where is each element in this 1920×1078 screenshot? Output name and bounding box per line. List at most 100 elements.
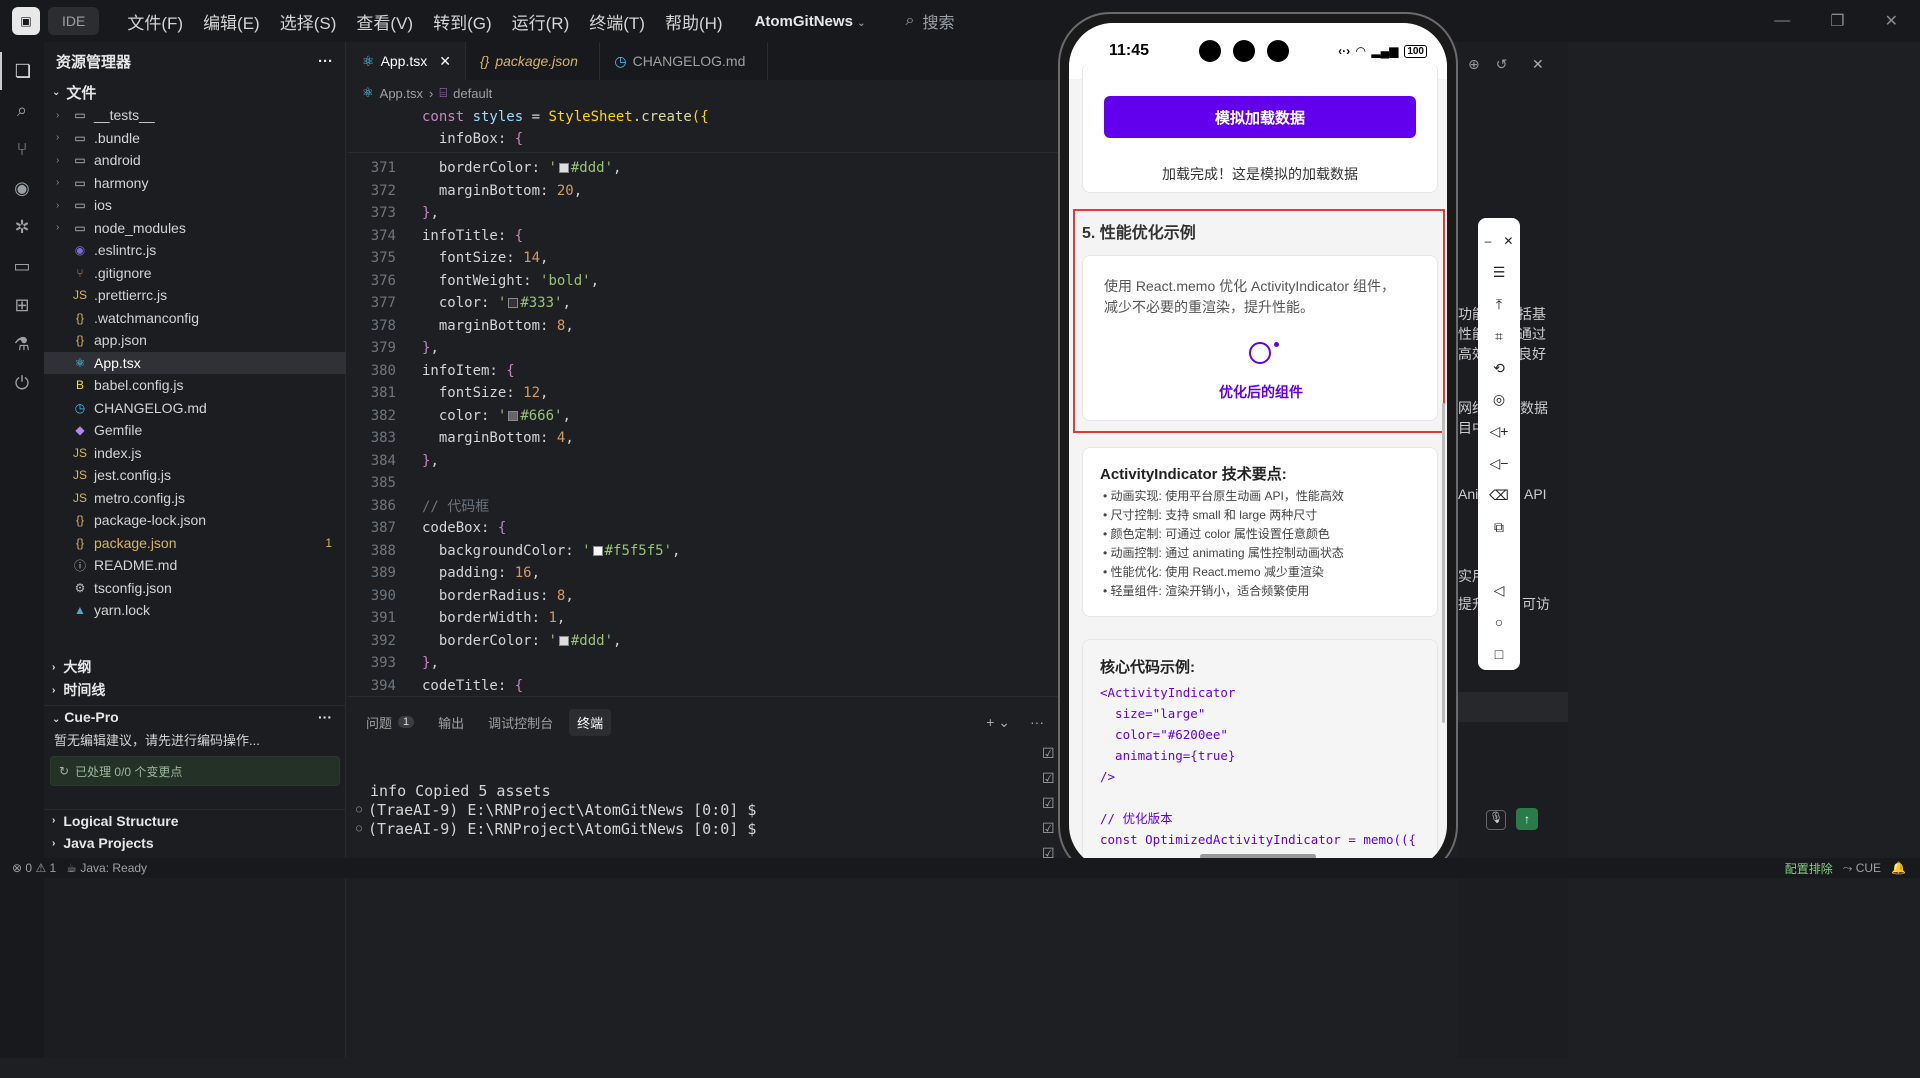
file-tree-item[interactable]: › ▭ harmony (44, 172, 346, 195)
explorer-icon[interactable]: ❏ (0, 52, 44, 90)
tab-changelog[interactable]: ◷ CHANGELOG.md (600, 42, 768, 80)
menu-help[interactable]: 帮助(H) (665, 9, 723, 34)
screenshot-icon[interactable]: ◎ (1493, 384, 1505, 416)
simulate-load-button[interactable]: 模拟加载数据 (1104, 96, 1416, 138)
terminal-instance-icon[interactable]: ☑ (1042, 795, 1055, 812)
volume-up-icon[interactable]: ◁+ (1490, 416, 1509, 448)
search-box[interactable]: ⌕ 搜索 (905, 9, 954, 33)
copy-icon[interactable]: ⧉ (1494, 511, 1504, 543)
file-tree-item[interactable]: ⚙ tsconfig.json (44, 577, 346, 600)
remote-icon[interactable]: ▭ (0, 247, 44, 285)
send-button[interactable]: ↑ (1516, 808, 1538, 830)
file-tree-item[interactable]: › ▭ .bundle (44, 127, 346, 150)
cue-status[interactable]: ↻ 已处理 0/0 个变更点 (50, 756, 340, 786)
file-tree-item[interactable]: › ▭ android (44, 149, 346, 172)
file-tree-item[interactable]: ◉ .eslintrc.js (44, 239, 346, 262)
recents-icon[interactable]: □ (1495, 638, 1503, 670)
file-tree-item[interactable]: ⚛ App.tsx (44, 351, 346, 374)
menu-goto[interactable]: 转到(G) (433, 9, 492, 34)
file-tree-item[interactable]: {} package.json 1 (44, 532, 346, 555)
file-tree-item[interactable]: › ▭ __tests__ (44, 104, 346, 127)
breadcrumb-symbol[interactable]: default (453, 86, 492, 101)
java-status[interactable]: ☕ Java: Ready (66, 861, 147, 875)
ide-label[interactable]: IDE (48, 7, 100, 35)
home-icon[interactable]: ○ (1495, 606, 1503, 638)
more-icon[interactable]: ··· (1030, 714, 1044, 731)
menu-terminal[interactable]: 终端(T) (589, 9, 645, 34)
project-switcher[interactable]: AtomGitNews ⌄ (755, 13, 866, 30)
file-tree-item[interactable]: Bbabel.config.js (44, 374, 346, 397)
extensions-icon[interactable]: ⊞ (0, 286, 44, 324)
tab-debug-console[interactable]: 调试控制台 (480, 709, 561, 736)
bell-icon[interactable]: 🔔 (1891, 861, 1906, 875)
file-name: yarn.lock (94, 602, 151, 619)
line-number: 391 (370, 610, 396, 627)
menu-select[interactable]: 选择(S) (280, 9, 337, 34)
close-icon[interactable]: ✕ (1503, 224, 1513, 257)
tab-app-tsx[interactable]: ⚛ App.tsx ✕ (348, 42, 466, 80)
outline-section[interactable]: › 大纲 (44, 656, 346, 678)
menu-file[interactable]: 文件(F) (127, 9, 183, 34)
file-tree-item[interactable]: JS .prettierrc.js (44, 284, 346, 307)
more-icon[interactable]: ··· (318, 53, 333, 70)
file-tree-item[interactable]: ◷ CHANGELOG.md (44, 397, 346, 420)
minimize-icon[interactable]: – (1485, 224, 1492, 257)
file-name: .gitignore (94, 264, 152, 281)
power-icon[interactable]: ⏻ (0, 364, 44, 402)
close-icon[interactable]: ✕ (439, 53, 451, 70)
source-control-icon[interactable]: ⑂ (0, 130, 44, 168)
code-lines[interactable]: 371 borderColor: ' #ddd', 372 marginBottom… (348, 153, 1060, 697)
errors-status[interactable]: ⊗ 0 ⚠ 1 (12, 861, 56, 875)
file-tree-item[interactable]: ◆ Gemfile (44, 419, 346, 442)
restore-icon[interactable]: ❐ (1830, 11, 1844, 31)
file-tree-item[interactable]: ⑂ .gitignore (44, 262, 346, 285)
menu-run[interactable]: 运行(R) (512, 9, 570, 34)
files-root[interactable]: ⌄ 文件 (44, 80, 345, 104)
cue-status-item[interactable]: ⤳ CUE (1843, 861, 1881, 876)
exclude-config[interactable]: 配置排除 (1785, 860, 1833, 877)
file-tree-item[interactable]: JS metro.config.js (44, 487, 346, 510)
terminal-output[interactable]: info Copied 5 assets ○ (TraeAI-9) E:\RNPr… (356, 781, 756, 838)
tab-package-json[interactable]: {} package.json (466, 42, 601, 80)
menu-edit[interactable]: 编辑(E) (203, 9, 260, 34)
timeline-section[interactable]: › 时间线 (44, 679, 346, 701)
menu-view[interactable]: 查看(V) (356, 9, 413, 34)
add-terminal-icon[interactable]: + ⌄ (986, 714, 1010, 731)
file-tree-item[interactable]: ▲ yarn.lock (44, 599, 346, 622)
close-icon[interactable]: ✕ (1885, 11, 1898, 31)
logical-structure-section[interactable]: › Logical Structure (44, 809, 346, 831)
code-line: 372 marginBottom: 20, (348, 180, 1060, 203)
file-tree-item[interactable]: JS jest.config.js (44, 464, 346, 487)
menu-icon[interactable]: ☰ (1493, 257, 1506, 289)
file-tree-item[interactable]: {} .watchmanconfig (44, 307, 346, 330)
file-tree-item[interactable]: › ▭ ios (44, 194, 346, 217)
erase-icon[interactable]: ⌫ (1489, 479, 1509, 511)
more-icon[interactable]: ··· (318, 709, 332, 725)
java-projects-section[interactable]: › Java Projects (44, 832, 346, 854)
terminal-instance-icon[interactable]: ☑ (1042, 770, 1055, 787)
tab-output[interactable]: 输出 (430, 709, 472, 736)
volume-down-icon[interactable]: ◁− (1490, 448, 1509, 480)
back-icon[interactable]: ◁ (1494, 575, 1505, 607)
file-tree-item[interactable]: {} app.json (44, 329, 346, 352)
terminal-instance-icon[interactable]: ☑ (1042, 820, 1055, 837)
file-tree-item[interactable]: ⓘ README.md (44, 554, 346, 577)
file-tree-item[interactable]: JS index.js (44, 442, 346, 465)
file-tree-item[interactable]: {} package-lock.json (44, 509, 346, 532)
minimize-icon[interactable]: — (1774, 12, 1790, 30)
run-debug-icon[interactable]: ◉ (0, 169, 44, 207)
mic-icon[interactable]: 🎙 (1486, 810, 1506, 830)
tab-terminal[interactable]: 终端 (569, 708, 612, 736)
terminal-instance-icon[interactable]: ☑ (1042, 745, 1055, 762)
search-files-icon[interactable]: ⌕ (0, 91, 44, 129)
cue-section[interactable]: ⌄ Cue-Pro ··· (44, 705, 346, 727)
crop-icon[interactable]: ⌗ (1495, 321, 1503, 353)
tab-problems[interactable]: 问题 1 (358, 709, 422, 736)
testing-icon[interactable]: ⚗ (0, 325, 44, 363)
pin-top-icon[interactable]: ⤒ (1496, 289, 1502, 321)
breadcrumb-file[interactable]: App.tsx (380, 86, 423, 101)
scrollbar[interactable] (1442, 403, 1445, 723)
debug-icon[interactable]: ✲ (0, 208, 44, 246)
rotate-icon[interactable]: ⟲ (1493, 352, 1505, 384)
file-tree-item[interactable]: › ▭ node_modules (44, 217, 346, 240)
